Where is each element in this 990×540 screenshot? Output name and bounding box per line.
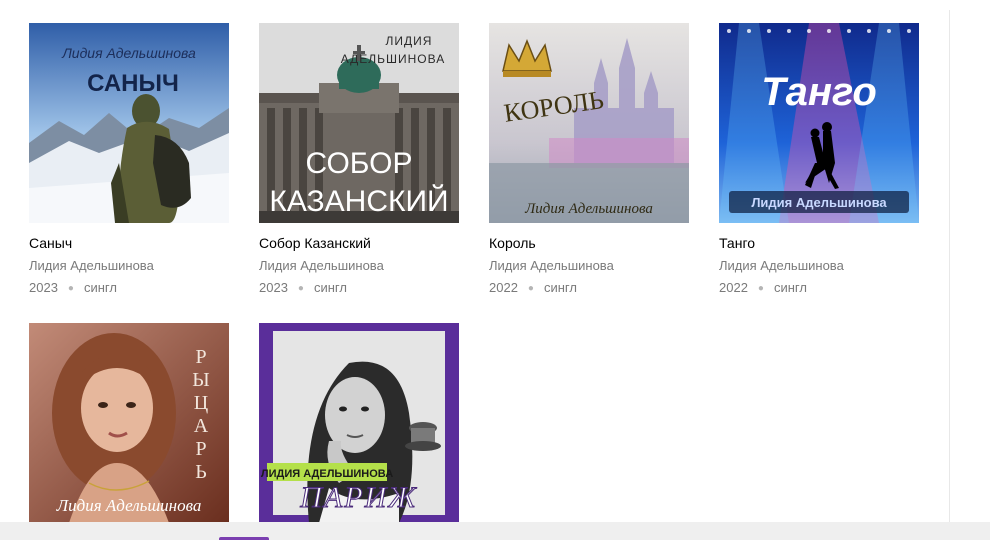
cover-artist-text: ЛИДИЯ [386,34,433,48]
cover-art-tango: Танго Лидия Адельшинова [719,23,919,223]
release-card[interactable]: КОРОЛЬ Лидия Адельшинова Король Лидия Ад… [489,23,689,295]
release-card[interactable]: РЫЦАРЬ Лидия Адельшинова [29,323,229,522]
release-card[interactable]: ЛИДИЯ АДЕЛЬШИНОВА ПАРИЖ [259,323,459,522]
release-year: 2022 [489,280,518,295]
release-title[interactable]: Танго [719,235,755,251]
release-meta: 2022 ● сингл [719,280,807,295]
cover-title-text: Танго [761,70,877,114]
crown-icon [502,38,552,77]
cover-artist-text: Лидия Адельшинова [56,496,202,515]
release-cover[interactable]: Танго Лидия Адельшинова [719,23,919,223]
cover-artist-text: Лидия Адельшинова [61,45,196,61]
cover-title-text: САНЫЧ [87,70,179,97]
release-year: 2023 [29,280,58,295]
cover-artist-text: Лидия Адельшинова [524,201,653,217]
release-meta: 2023 ● сингл [29,280,117,295]
cover-art-sanych: Лидия Адельшинова САНЫЧ [29,23,229,223]
cover-title-text: КАЗАНСКИЙ [269,184,448,218]
release-card[interactable]: Танго Лидия Адельшинова Танго Лидия Адел… [719,23,919,295]
player-bar [0,522,990,540]
right-divider [949,10,950,522]
release-year: 2023 [259,280,288,295]
separator-dot: ● [67,283,74,294]
release-meta: 2023 ● сингл [259,280,347,295]
release-card[interactable]: ЛИДИЯ АДЕЛЬШИНОВА СОБОР КАЗАНСКИЙ Собор … [259,23,459,295]
cover-artist-text: АДЕЛЬШИНОВА [341,52,446,66]
release-artist[interactable]: Лидия Адельшинова [719,258,844,273]
separator-dot: ● [527,283,534,294]
release-card[interactable]: Лидия Адельшинова САНЫЧ Саныч Лидия Адел… [29,23,229,295]
cover-title-text: СОБОР [305,147,412,180]
cover-title-text: ПАРИЖ [299,481,417,514]
separator-dot: ● [757,283,764,294]
release-cover[interactable]: ЛИДИЯ АДЕЛЬШИНОВА ПАРИЖ [259,323,459,522]
cover-art-parizh: ЛИДИЯ АДЕЛЬШИНОВА ПАРИЖ [259,323,459,522]
release-meta: 2022 ● сингл [489,280,577,295]
release-title[interactable]: Саныч [29,235,72,251]
release-title[interactable]: Собор Казанский [259,235,371,251]
release-cover[interactable]: Лидия Адельшинова САНЫЧ [29,23,229,223]
release-type: сингл [83,280,117,295]
release-cover[interactable]: ЛИДИЯ АДЕЛЬШИНОВА СОБОР КАЗАНСКИЙ [259,23,459,223]
release-year: 2022 [719,280,748,295]
release-cover[interactable]: РЫЦАРЬ Лидия Адельшинова [29,323,229,522]
release-artist[interactable]: Лидия Адельшинова [489,258,614,273]
cover-art-sobor: ЛИДИЯ АДЕЛЬШИНОВА СОБОР КАЗАНСКИЙ [259,23,459,223]
release-artist[interactable]: Лидия Адельшинова [259,258,384,273]
release-title[interactable]: Король [489,235,536,251]
release-type: сингл [313,280,347,295]
separator-dot: ● [297,283,304,294]
cover-artist-text: Лидия Адельшинова [751,195,887,210]
release-type: сингл [773,280,807,295]
cover-art-rytsar: РЫЦАРЬ Лидия Адельшинова [29,323,229,522]
cover-art-korol: КОРОЛЬ Лидия Адельшинова [489,23,689,223]
release-type: сингл [543,280,577,295]
release-artist[interactable]: Лидия Адельшинова [29,258,154,273]
release-cover[interactable]: КОРОЛЬ Лидия Адельшинова [489,23,689,223]
cover-artist-text: ЛИДИЯ АДЕЛЬШИНОВА [261,468,393,480]
